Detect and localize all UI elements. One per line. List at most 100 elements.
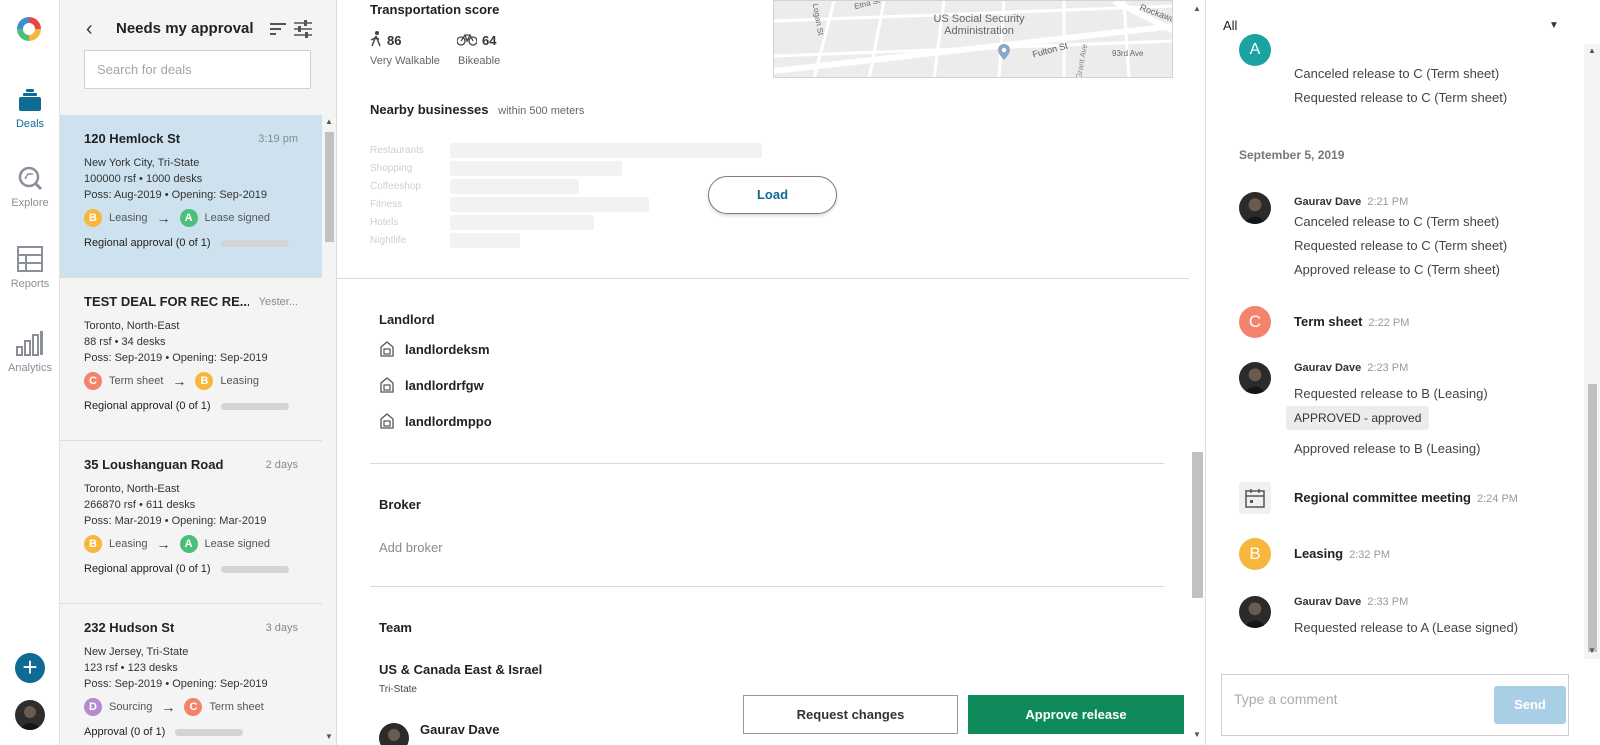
activity-line: Approved release to C (Term sheet) [1294,262,1500,277]
arrow-right-icon: → [161,699,176,715]
deal-list-scrollbar[interactable]: ▲ ▼ [322,115,336,745]
activity-line: Requested release to B (Leasing) [1294,386,1488,401]
deal-time: 3:19 pm [258,133,298,145]
nav-explore[interactable]: Explore [0,165,60,209]
arrow-right-icon: → [172,373,187,389]
left-nav: Deals Explore Reports Analytics + [0,0,60,745]
deal-card[interactable]: 120 Hemlock St 3:19 pm New York City, Tr… [60,115,322,278]
scroll-up-icon[interactable]: ▲ [325,117,333,126]
deal-location: New York City, Tri-State [84,157,200,169]
sort-icon[interactable] [270,22,286,36]
add-deal-button[interactable]: + [15,653,45,683]
team-region: US & Canada East & Israel [379,662,543,677]
activity-line: Requested release to A (Lease signed) [1294,620,1519,635]
activity-filter-select[interactable]: All [1223,18,1563,33]
deal-stage-transition: B Leasing → A Lease signed [84,535,298,553]
scrollbar-thumb[interactable] [325,132,334,242]
approval-label: Regional approval (0 of 1) [84,563,211,575]
activity-title: Term sheet 2:22 PM [1294,314,1409,329]
app-logo[interactable] [14,14,44,44]
meeting-title: Regional committee meeting [1294,490,1471,505]
deal-size: 88 rsf • 34 desks [84,336,166,348]
location-map[interactable]: US Social Security Administration Fulton… [773,0,1173,78]
nearby-category-bar [450,214,594,230]
walk-label: Very Walkable [370,55,440,67]
deal-list-panel: ‹ Needs my approval 120 Hemlock St 3:19 … [60,0,337,745]
nearby-category-bar [450,160,622,176]
approval-progress [220,239,289,247]
nearby-categories: Restaurants Shopping Coffeeshop Fitness Hote… [370,141,762,249]
scroll-down-icon[interactable]: ▼ [1193,730,1201,739]
scrollbar-thumb[interactable] [1588,384,1597,652]
arrow-right-icon: → [156,210,171,226]
scroll-up-icon[interactable]: ▲ [1588,46,1596,55]
to-stage-label: Lease signed [204,212,270,224]
nearby-row: Hotels [370,213,762,231]
filter-sliders-icon[interactable] [294,20,312,38]
to-stage-badge: A [179,209,198,227]
nav-analytics[interactable]: Analytics [0,330,60,374]
deal-stage-transition: C Term sheet → B Leasing [84,372,298,390]
landlord-item[interactable]: landlordrfgw [379,377,484,393]
back-chevron-icon[interactable]: ‹ [86,18,93,41]
from-stage-label: Term sheet [109,375,164,387]
scrollbar-thumb[interactable] [1192,452,1203,598]
deal-dates: Poss: Sep-2019 • Opening: Sep-2019 [84,352,268,364]
caret-down-icon[interactable]: ▼ [1549,20,1559,31]
from-stage-label: Sourcing [109,701,153,713]
nav-deals-label: Deals [15,118,45,130]
deal-location: Toronto, North-East [84,483,180,495]
divider [370,586,1164,587]
approval-label: Regional approval (0 of 1) [84,400,211,412]
activity-panel: All ▼ A Canceled release to C (Term shee… [1205,0,1600,745]
user-avatar[interactable] [15,700,45,730]
to-stage-label: Term sheet [209,701,264,713]
activity-line: Canceled release to C (Term sheet) [1294,66,1500,81]
map-pin-icon [998,44,1010,60]
nearby-category-label: Hotels [370,216,399,228]
activity-time: 2:23 PM [1367,362,1409,374]
landlord-item[interactable]: landlordeksm [379,341,490,357]
scroll-down-icon[interactable]: ▼ [1588,646,1596,655]
deal-card[interactable]: 232 Hudson St 3 days New Jersey, Tri-Sta… [60,604,322,745]
deal-card[interactable]: 35 Loushanguan Road 2 days Toronto, Nort… [60,441,322,604]
team-member-name: Gaurav Dave [420,722,500,737]
stage-title: Term sheet [1294,314,1363,329]
deal-search-input[interactable] [84,50,311,89]
bike-score: 64 [482,33,497,48]
from-stage-label: Leasing [109,538,148,550]
activity-author: Gaurav Dave 2:33 PM [1294,596,1408,608]
explore-icon [18,166,43,191]
landlord-item[interactable]: landlordmppo [379,413,492,429]
deal-card[interactable]: TEST DEAL FOR REC RE... Yester... Toront… [60,278,322,441]
nav-deals[interactable]: Deals [0,88,60,130]
nearby-row: Restaurants [370,141,762,159]
scroll-down-icon[interactable]: ▼ [325,732,333,741]
nav-reports[interactable]: Reports [0,246,60,290]
request-changes-button[interactable]: Request changes [743,695,958,734]
scroll-up-icon[interactable]: ▲ [1193,4,1201,13]
add-broker-link[interactable]: Add broker [379,540,443,555]
deal-location: New Jersey, Tri-State [84,646,189,658]
reports-icon [17,246,43,272]
approve-release-button[interactable]: Approve release [968,695,1184,734]
approval-comment-chip: APPROVED - approved [1286,406,1430,430]
load-button[interactable]: Load [708,176,837,214]
stage-badge: A [1239,34,1271,66]
comment-box[interactable]: Type a comment Send [1221,674,1569,736]
activity-line: Approved release to B (Leasing) [1294,441,1481,456]
nearby-title-text: Nearby businesses [370,102,489,117]
comment-input[interactable]: Type a comment [1234,691,1338,707]
detail-scrollbar[interactable]: ▲ ▼ [1189,0,1205,745]
stage-badge: B [1239,538,1271,570]
send-button[interactable]: Send [1494,686,1566,724]
author-name: Gaurav Dave [1294,596,1362,608]
activity-scrollbar[interactable]: ▲ ▼ [1584,44,1600,659]
from-stage-badge: B [84,209,102,227]
deal-list-header: ‹ Needs my approval [60,0,336,115]
building-icon [380,413,394,429]
from-stage-badge: D [84,698,102,716]
deal-name: TEST DEAL FOR REC RE... [84,294,249,309]
nearby-row: Fitness [370,195,762,213]
divider [337,278,1189,279]
